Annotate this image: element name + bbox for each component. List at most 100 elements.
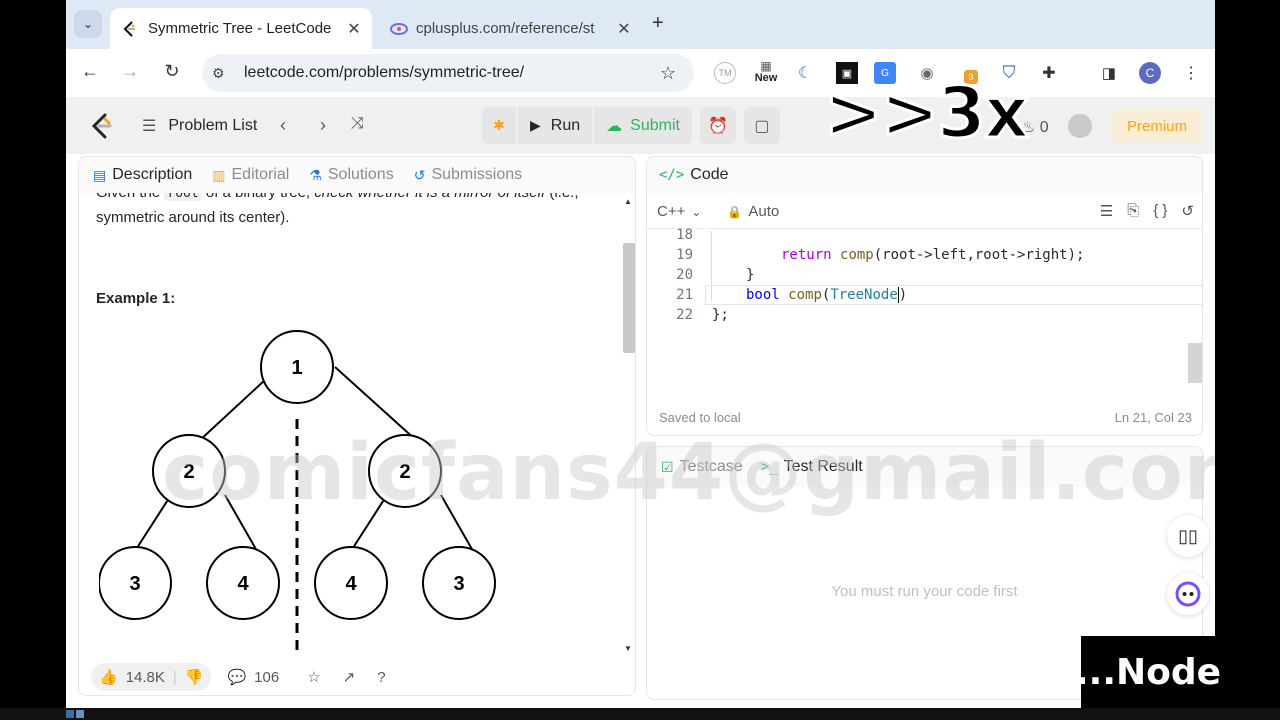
caption-overlay: ...Node [1075,636,1221,708]
tree-node-label: 3 [453,573,464,595]
code-title: Code [690,166,729,183]
code-header: </> Code [647,157,1202,193]
extension-icon[interactable]: TM [714,62,736,84]
book-icon: ▥ [212,166,226,183]
book-open-icon: ▯▯ [1178,525,1198,546]
tab-cplusplus[interactable]: cplusplus.com/reference/st ✕ [382,8,642,49]
side-book-button[interactable]: ▯▯ [1167,515,1209,557]
code-editor[interactable]: 18 19 20 21 22 return comp(root->left,ro… [647,227,1202,341]
user-avatar[interactable] [1068,114,1092,138]
menu-icon[interactable]: ⋮ [1180,62,1202,84]
workspace-1-indicator[interactable] [66,710,74,718]
extension-new-label: New [754,72,778,84]
extension-new-icon[interactable]: ▦ New [753,59,779,84]
close-tab-icon[interactable]: ✕ [614,19,634,39]
run-button[interactable]: ▶ Run [518,107,593,144]
leetcode-favicon-icon [122,20,138,37]
tab-search-button[interactable]: ⌄ [74,10,102,38]
braces-icon[interactable]: { } [1153,202,1167,220]
favorite-star-icon[interactable]: ☆ [307,668,320,686]
line-number: 18 [676,227,693,243]
bookmark-icon[interactable]: ⎘ [1127,202,1139,220]
submit-label: Submit [630,116,680,134]
tab-title: cplusplus.com/reference/st [416,20,595,37]
share-icon[interactable]: ↗ [343,668,356,686]
run-submit-group: ✱ ▶ Run ☁ Submit ⏰ ▢ [482,107,780,144]
code-line-21: bool comp(TreeNode) [746,287,908,303]
assistant-icon [1175,581,1201,607]
example-title: Example 1: [96,290,176,307]
saved-status: Saved to local [659,410,741,425]
tab-title: Symmetric Tree - LeetCode [148,20,332,37]
tab-editorial[interactable]: ▥ Editorial [212,166,289,184]
next-problem-icon[interactable]: › [320,115,326,136]
forward-icon[interactable]: → [118,61,142,82]
tab-strip: ⌄ Symmetric Tree - LeetCode ✕ cplusplus.… [66,0,1215,49]
help-icon[interactable]: ? [377,669,385,686]
scroll-down-icon[interactable]: ▼ [624,644,632,653]
tree-node-label: 1 [291,357,302,379]
tab-leetcode[interactable]: Symmetric Tree - LeetCode ✕ [110,8,372,49]
thumbs-up-icon[interactable]: 👍 [99,668,118,686]
language-select[interactable]: C++ [657,203,685,220]
editor-scrollbar[interactable] [1188,343,1202,383]
code-line-20: } [746,267,755,283]
alarm-clock-icon[interactable]: ⏰ [699,107,736,144]
address-bar[interactable]: ⚙ leetcode.com/problems/symmetric-tree/ … [202,54,694,92]
flask-icon: ⚗ [309,166,322,183]
comments-button[interactable]: 💬 106 [227,668,279,687]
profile-avatar[interactable]: C [1139,62,1161,84]
format-icon[interactable]: ☰ [1100,202,1113,220]
scrollbar-thumb[interactable] [623,243,635,353]
extensions-puzzle-icon[interactable]: ✚ [1038,62,1060,84]
right-letterbox [1215,0,1280,720]
tree-node-label: 3 [129,573,140,595]
autocomplete-mode[interactable]: Auto [748,203,779,220]
debug-icon[interactable]: ✱ [482,107,516,144]
like-dislike-group: 👍 14.8K | 👎 [91,663,212,691]
run-label: Run [550,116,581,134]
shuffle-icon[interactable]: ⤨ [351,115,364,133]
notes-icon[interactable]: ▢ [743,107,780,144]
leetcode-logo-icon[interactable] [90,113,114,139]
email-watermark: comicfans44@gmail.com [162,428,1215,518]
leetcode-header: ☰ Problem List ‹ › ⤨ ✱ ▶ Run ☁ Submit ⏰ … [66,97,1215,154]
lock-icon: 🔒 [727,204,743,219]
new-tab-button[interactable]: + [652,12,664,35]
document-icon: ▤ [93,166,107,183]
likes-count: 0 [1039,119,1049,136]
thumbs-down-icon[interactable]: 👎 [185,668,204,686]
code-line-19: return comp(root->left,root->right); [781,247,1085,263]
line-number: 20 [676,267,693,283]
extension-moon-icon[interactable]: ☾ [794,62,816,84]
left-letterbox [0,0,66,720]
tab-submissions[interactable]: ↺ Submissions [414,166,522,184]
description-scrollbar[interactable]: ▲ ▼ [622,197,635,657]
tab-description[interactable]: ▤ Description [93,166,192,184]
cloud-upload-icon: ☁ [606,117,623,135]
statement-line-2: symmetric around its center). [96,209,290,226]
browser-window: ⌄ Symmetric Tree - LeetCode ✕ cplusplus.… [66,0,1215,708]
tree-node-label: 4 [237,573,249,595]
tab-solutions[interactable]: ⚗ Solutions [309,166,393,184]
assistant-button[interactable] [1167,573,1209,615]
side-panel-icon[interactable]: ◨ [1098,62,1120,84]
close-tab-icon[interactable]: ✕ [344,19,364,39]
reset-icon[interactable]: ↺ [1181,202,1194,220]
chevron-down-icon[interactable]: ⌄ [691,205,701,219]
prev-problem-icon[interactable]: ‹ [280,115,286,136]
line-number: 21 [676,287,693,303]
back-icon[interactable]: ← [78,61,102,82]
code-toolbar: C++ ⌄ 🔒 Auto ☰ ⎘ { } ↺ [647,195,1202,229]
site-info-icon[interactable]: ⚙ [212,65,232,82]
description-tabs: ▤ Description ▥ Editorial ⚗ Solutions ↺ Subm… [79,157,635,193]
workspace-2-indicator[interactable] [76,710,84,718]
test-result-message: You must run your code first [831,583,1018,600]
submit-button[interactable]: ☁ Submit [594,107,692,144]
bookmark-star-icon[interactable]: ☆ [660,63,686,84]
reload-icon[interactable]: ↻ [160,61,184,82]
problem-list-button[interactable]: ☰ Problem List [142,116,257,136]
cplusplus-favicon-icon [390,21,408,37]
premium-button[interactable]: Premium [1112,110,1202,142]
scroll-up-icon[interactable]: ▲ [624,197,632,206]
